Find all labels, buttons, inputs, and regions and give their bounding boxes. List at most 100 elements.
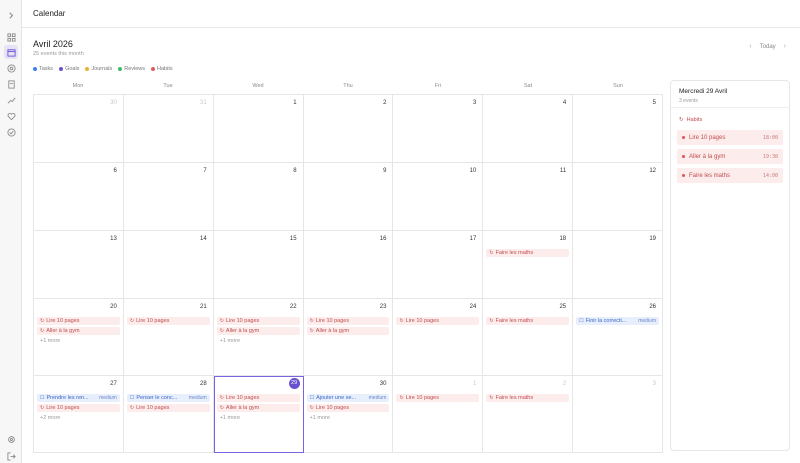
day-cell[interactable]: 3 — [393, 95, 484, 163]
habit-event[interactable]: ↻ Lire 10 pages — [396, 317, 480, 325]
day-cell[interactable]: 13 — [34, 231, 124, 299]
event-label: Faire les maths — [495, 250, 534, 256]
more-link[interactable]: +2 more — [37, 414, 120, 422]
day-cell[interactable]: 7 — [123, 163, 214, 231]
task-event[interactable]: ☐ Prendre les ren... medium — [37, 394, 120, 402]
habit-event[interactable]: ↻ Lire 10 pages — [306, 317, 390, 325]
repeat-icon: ↻ — [219, 395, 224, 401]
day-cell[interactable]: 24 ↻ Lire 10 pages — [393, 299, 484, 376]
repeat-icon: ↻ — [399, 395, 404, 401]
day-cell[interactable]: 22 ↻ Lire 10 pages ↻ Aller à la gym +1 more — [213, 299, 304, 376]
habit-event[interactable]: ↻ Lire 10 pages — [126, 404, 210, 412]
habit-event[interactable]: ↻ Lire 10 pages — [37, 404, 120, 412]
day-number: 3 — [472, 100, 477, 106]
day-number: 9 — [383, 168, 387, 174]
day-events: ☐ Penser le conc... medium ↻ Lire 10 pages — [126, 394, 210, 414]
habit-event[interactable]: ↻ Aller à la gym — [306, 327, 390, 335]
day-cell[interactable]: 17 — [393, 231, 484, 299]
day-cell[interactable]: 28 ☐ Penser le conc... medium ↻ Lire 10 pages — [123, 376, 214, 453]
heart-icon[interactable] — [4, 109, 18, 123]
event-label: Aller à la gym — [225, 328, 260, 334]
day-cell[interactable]: 21 ↻ Lire 10 pages — [123, 299, 214, 376]
day-cell[interactable]: 16 — [303, 231, 394, 299]
day-cell[interactable]: 15 — [213, 231, 304, 299]
habit-event[interactable]: ↻ Lire 10 pages — [37, 317, 120, 325]
day-cell[interactable]: 30 ☐ Ajouter une se... medium ↻ Lire 10 pages… — [303, 376, 394, 453]
day-cell[interactable]: 18 ↻ Faire les maths — [483, 231, 574, 299]
day-cell[interactable]: 30 — [34, 95, 124, 163]
day-cell[interactable]: 25 ↻ Faire les maths — [483, 299, 574, 376]
habit-event[interactable]: ↻ Lire 10 pages — [216, 317, 300, 325]
journal-icon[interactable] — [4, 77, 18, 91]
day-cell[interactable]: 27 ☐ Prendre les ren... medium ↻ Lire 10 page… — [34, 376, 124, 453]
day-cell[interactable]: 14 — [123, 231, 214, 299]
task-event[interactable]: ☐ Finir la correcti... medium — [576, 317, 660, 325]
day-cell[interactable]: 20 ↻ Lire 10 pages ↻ Aller à la gym +1 more — [34, 299, 124, 376]
day-cell[interactable]: 1 ↻ Lire 10 pages — [393, 376, 484, 453]
event-label: Finir la correcti... — [585, 318, 627, 324]
habit-event[interactable]: ↻ Aller à la gym — [216, 327, 300, 335]
more-link[interactable]: +1 more — [217, 414, 300, 422]
day-cell[interactable]: 11 — [483, 163, 574, 231]
habit-event[interactable]: ↻ Lire 10 pages — [396, 394, 480, 402]
day-cell[interactable]: 23 ↻ Lire 10 pages ↻ Aller à la gym — [303, 299, 394, 376]
day-cell[interactable]: 31 — [123, 95, 214, 163]
habit-event[interactable]: ↻ Aller à la gym — [216, 404, 300, 412]
habit-event[interactable]: ↻ Faire les maths — [486, 317, 570, 325]
day-cell[interactable]: 3 — [573, 376, 664, 453]
more-link[interactable]: +1 more — [217, 337, 300, 345]
day-cell[interactable]: 29 ↻ Lire 10 pages ↻ Aller à la gym +1 more — [213, 376, 304, 453]
repeat-icon: ↻ — [40, 318, 45, 324]
legend-dot — [59, 67, 64, 71]
habit-event[interactable]: ↻ Lire 10 pages — [126, 317, 210, 325]
habit-event[interactable]: ↻ Faire les maths — [486, 394, 570, 402]
day-cell[interactable]: 5 — [573, 95, 664, 163]
day-number: 22 — [289, 304, 297, 310]
day-number: 30 — [110, 100, 117, 106]
day-cell[interactable]: 12 — [573, 163, 664, 231]
expand-icon[interactable] — [4, 8, 18, 22]
chevron-left-icon[interactable]: ‹ — [749, 43, 751, 50]
day-cell[interactable]: 2 ↻ Faire les maths — [483, 376, 574, 453]
day-events: ↻ Faire les maths — [486, 249, 570, 259]
day-number: 11 — [559, 168, 567, 174]
day-cell[interactable]: 8 — [213, 163, 304, 231]
weekday-label: Wed — [252, 83, 264, 89]
target-icon[interactable] — [4, 61, 18, 75]
dashboard-icon[interactable] — [4, 30, 18, 44]
day-number: 16 — [379, 236, 387, 242]
task-event[interactable]: ☐ Penser le conc... medium — [126, 394, 210, 402]
trend-icon[interactable] — [4, 93, 18, 107]
day-cell[interactable]: 6 — [34, 163, 124, 231]
panel-habit-item[interactable]: Lire 10 pages 18:00 — [677, 130, 783, 145]
day-cell[interactable]: 2 — [303, 95, 394, 163]
event-label: Prendre les ren... — [46, 395, 89, 401]
habit-event[interactable]: ↻ Faire les maths — [486, 249, 570, 257]
day-cell[interactable]: 26 ☐ Finir la correcti... medium — [573, 299, 664, 376]
settings-icon[interactable] — [4, 432, 18, 446]
event-label: Lire 10 pages — [225, 318, 260, 324]
task-event[interactable]: ☐ Ajouter une se... medium — [306, 394, 390, 402]
day-events: ↻ Lire 10 pages — [396, 394, 480, 404]
day-cell[interactable]: 9 — [303, 163, 394, 231]
day-cell[interactable]: 19 — [573, 231, 664, 299]
day-detail-panel: Mercredi 29 Avril 3 events ↻ Habits Lire… — [670, 80, 790, 451]
day-cell[interactable]: 10 — [393, 163, 484, 231]
habit-event[interactable]: ↻ Aller à la gym — [37, 327, 120, 335]
panel-habit-item[interactable]: Faire les maths 14:00 — [677, 168, 783, 183]
logout-icon[interactable] — [4, 449, 18, 463]
day-cell[interactable]: 1 — [213, 95, 304, 163]
habit-event[interactable]: ↻ Lire 10 pages — [306, 404, 390, 412]
today-button[interactable]: Today — [760, 44, 776, 50]
calendar-icon[interactable] — [4, 45, 18, 59]
legend-item: Tasks — [33, 66, 53, 72]
weekday-label: Thu — [343, 83, 353, 89]
more-link[interactable]: +1 more — [37, 337, 120, 345]
day-number: 1 — [293, 100, 297, 106]
more-link[interactable]: +1 more — [307, 414, 390, 422]
chevron-right-icon[interactable]: › — [784, 43, 786, 50]
habit-event[interactable]: ↻ Lire 10 pages — [216, 394, 300, 402]
check-icon[interactable] — [4, 125, 18, 139]
day-cell[interactable]: 4 — [483, 95, 574, 163]
panel-habit-item[interactable]: Aller à la gym 19:30 — [677, 149, 783, 164]
